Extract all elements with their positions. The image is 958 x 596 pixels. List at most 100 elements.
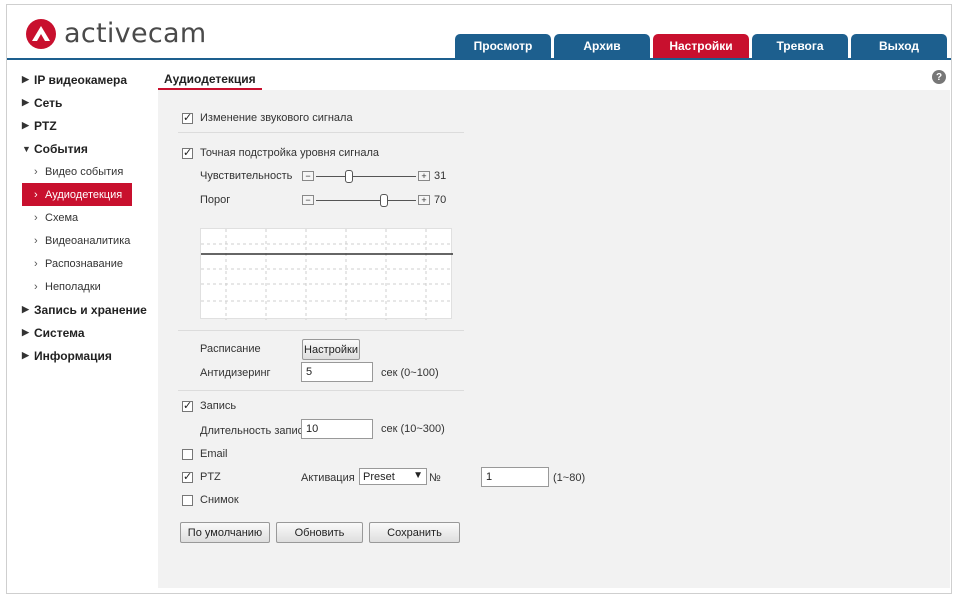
sound-change-label: Изменение звукового сигнала — [200, 112, 353, 124]
email-label: Email — [200, 448, 228, 460]
activation-select-value: Preset — [363, 470, 395, 483]
preset-number-label: № — [429, 472, 441, 484]
sidebar-item-label: Аудиодетекция — [45, 188, 123, 201]
sidebar-item-label: Видеоаналитика — [45, 234, 131, 247]
antidither-unit: сек (0~100) — [381, 367, 439, 379]
sensitivity-label: Чувствительность — [200, 170, 293, 182]
sidebar-item-scheme[interactable]: › Схема — [22, 206, 157, 229]
sidebar-item-network[interactable]: ▶ Сеть — [22, 91, 157, 114]
sidebar-item-faults[interactable]: › Неполадки — [22, 275, 157, 298]
sidebar-item-label: IP видеокамера — [34, 72, 128, 87]
preset-number-input[interactable]: 1 — [481, 467, 549, 487]
preset-range: (1~80) — [553, 472, 586, 484]
settings-panel: Аудиодетекция ? Изменение звукового сигн… — [158, 68, 950, 588]
slider-track[interactable] — [316, 169, 416, 183]
sound-change-checkbox[interactable] — [182, 111, 193, 124]
sidebar-item-video-events[interactable]: › Видео события — [22, 160, 157, 183]
sidebar-item-label: Сеть — [34, 95, 63, 110]
threshold-slider[interactable]: − + 70 — [302, 193, 447, 207]
snapshot-checkbox[interactable] — [182, 494, 193, 506]
activation-label: Активация — [301, 472, 355, 484]
chevron-right-icon: › — [34, 234, 38, 247]
fine-tune-checkbox[interactable] — [182, 146, 193, 159]
record-duration-label: Длительность записи — [200, 425, 310, 437]
record-duration-unit: сек (10~300) — [381, 423, 445, 435]
sensitivity-slider[interactable]: − + 31 — [302, 169, 447, 183]
antidither-label: Антидизеринг — [200, 367, 271, 379]
sidebar-item-recording-storage[interactable]: ▶ Запись и хранение — [22, 298, 157, 321]
triangle-right-icon: ▶ — [22, 350, 29, 360]
sidebar-item-label: PTZ — [34, 118, 57, 133]
sidebar-item-ptz[interactable]: ▶ PTZ — [22, 114, 157, 137]
record-checkbox[interactable] — [182, 399, 193, 412]
save-button[interactable]: Сохранить — [369, 522, 460, 543]
tab-logout[interactable]: Выход — [851, 34, 947, 58]
fine-tune-row: Точная подстройка уровня сигнала — [182, 146, 379, 159]
sidebar-item-label: Распознавание — [45, 257, 123, 270]
sidebar-item-label: Система — [34, 325, 85, 340]
antidither-input[interactable]: 5 — [301, 362, 373, 382]
title-underline — [158, 88, 262, 90]
sidebar-item-system[interactable]: ▶ Система — [22, 321, 157, 344]
record-row: Запись — [182, 399, 236, 412]
slider-thumb[interactable] — [344, 169, 353, 183]
tab-view[interactable]: Просмотр — [455, 34, 551, 58]
slider-thumb[interactable] — [380, 193, 389, 207]
sensitivity-value: 31 — [434, 170, 447, 182]
minus-icon[interactable]: − — [302, 171, 314, 181]
page-title: Аудиодетекция — [164, 72, 256, 86]
threshold-value: 70 — [434, 194, 447, 206]
sidebar-item-ip-camera[interactable]: ▶ IP видеокамера — [22, 68, 157, 91]
audio-level-grid — [201, 229, 453, 320]
chevron-right-icon: › — [34, 211, 38, 224]
divider — [178, 132, 464, 133]
sidebar-item-video-analytics[interactable]: › Видеоаналитика — [22, 229, 157, 252]
question-icon[interactable]: ? — [932, 70, 946, 84]
sidebar-item-info[interactable]: ▶ Информация — [22, 344, 157, 367]
divider — [178, 390, 464, 391]
ptz-row: PTZ — [182, 470, 221, 483]
sidebar-item-label: Неполадки — [45, 280, 101, 293]
sidebar-item-events[interactable]: ▼ События — [22, 137, 157, 160]
tab-archive[interactable]: Архив — [554, 34, 650, 58]
triangle-down-icon: ▼ — [22, 143, 31, 154]
panel-header: Аудиодетекция ? — [158, 68, 950, 90]
sidebar-item-label: Информация — [34, 348, 112, 363]
default-button[interactable]: По умолчанию — [180, 522, 270, 543]
divider — [178, 330, 464, 331]
chevron-right-icon: › — [34, 280, 38, 293]
snapshot-row: Снимок — [182, 494, 239, 506]
chevron-right-icon: › — [34, 257, 38, 270]
record-duration-input[interactable]: 10 — [301, 419, 373, 439]
slider-track[interactable] — [316, 193, 416, 207]
threshold-label: Порог — [200, 194, 231, 206]
minus-icon[interactable]: − — [302, 195, 314, 205]
triangle-right-icon: ▶ — [22, 74, 29, 84]
refresh-button[interactable]: Обновить — [276, 522, 363, 543]
ptz-checkbox[interactable] — [182, 470, 193, 483]
triangle-right-icon: ▶ — [22, 97, 29, 107]
plus-icon[interactable]: + — [418, 195, 430, 205]
ptz-label: PTZ — [200, 471, 221, 483]
sidebar-item-label: События — [34, 141, 88, 156]
activecam-logo-icon — [26, 18, 56, 49]
tab-settings[interactable]: Настройки — [653, 34, 749, 58]
email-checkbox[interactable] — [182, 448, 193, 460]
chevron-right-icon: › — [34, 165, 38, 178]
triangle-right-icon: ▶ — [22, 327, 29, 337]
schedule-settings-button[interactable]: Настройки — [302, 339, 360, 360]
activation-select[interactable]: Preset ▼ — [359, 468, 427, 485]
chevron-right-icon: › — [34, 188, 38, 201]
nav-divider — [7, 58, 951, 60]
brand-name: activecam — [64, 18, 207, 49]
tab-alarm[interactable]: Тревога — [752, 34, 848, 58]
sidebar: ▶ IP видеокамера ▶ Сеть ▶ PTZ ▼ События › Вид… — [22, 68, 157, 367]
plus-icon[interactable]: + — [418, 171, 430, 181]
sidebar-item-audio-detection[interactable]: › Аудиодетекция — [22, 183, 132, 206]
chevron-down-icon: ▼ — [413, 470, 423, 481]
sidebar-item-recognition[interactable]: › Распознавание — [22, 252, 157, 275]
audio-level-graph — [200, 228, 453, 320]
snapshot-label: Снимок — [200, 494, 239, 506]
sound-change-row: Изменение звукового сигнала — [182, 111, 353, 124]
triangle-right-icon: ▶ — [22, 304, 29, 314]
